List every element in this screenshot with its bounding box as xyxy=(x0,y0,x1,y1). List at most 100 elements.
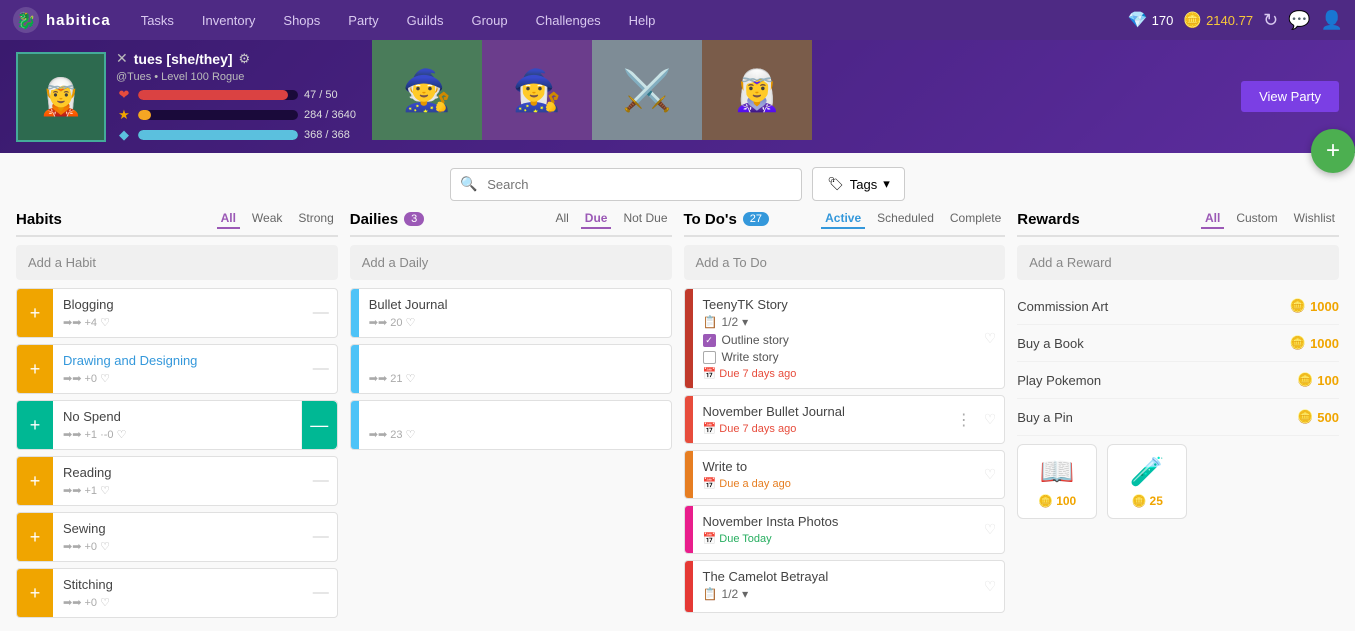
reward-name: Buy a Pin xyxy=(1017,410,1297,425)
habits-filter-strong[interactable]: Strong xyxy=(294,209,337,229)
habit-item: + Reading ➡➡ +1 ♡ — xyxy=(16,456,338,506)
subtask-item[interactable]: Write story xyxy=(703,350,966,364)
add-todo-row[interactable]: Add a To Do xyxy=(684,245,1006,280)
todo-actions: ♡ xyxy=(976,289,1005,388)
todo-more-icon[interactable]: ⋮ xyxy=(952,406,976,434)
gold-count[interactable]: 🪙 2140.77 xyxy=(1183,11,1253,29)
dailies-filter-notdue[interactable]: Not Due xyxy=(619,209,671,229)
todo-heart-icon[interactable]: ♡ xyxy=(984,521,997,538)
nav-tasks[interactable]: Tasks xyxy=(127,0,188,40)
dailies-filter-due[interactable]: Due xyxy=(581,209,612,229)
nav-shops[interactable]: Shops xyxy=(269,0,334,40)
nav-links: Tasks Inventory Shops Party Guilds Group… xyxy=(127,0,1128,40)
xp-fill xyxy=(138,110,151,120)
todo-color-bar xyxy=(685,396,693,443)
add-fab-button[interactable]: + xyxy=(1311,129,1355,173)
reward-item[interactable]: Buy a Pin 🪙 500 xyxy=(1017,399,1339,436)
add-daily-row[interactable]: Add a Daily xyxy=(350,245,672,280)
todo-subtask-count[interactable]: 📋 1/2 ▾ xyxy=(703,315,966,329)
habit-remove-btn[interactable]: — xyxy=(305,360,337,378)
refresh-icon[interactable]: ↻ xyxy=(1263,10,1278,31)
dailies-filter-all[interactable]: All xyxy=(551,209,572,229)
dailies-filters: All Due Not Due xyxy=(551,209,671,229)
todo-heart-icon[interactable]: ♡ xyxy=(984,466,997,483)
gem-count[interactable]: 💎 170 xyxy=(1128,10,1174,30)
habit-plus-btn[interactable]: + xyxy=(17,401,53,449)
tags-button[interactable]: 🏷 Tags ▾ xyxy=(812,167,905,201)
daily-name xyxy=(369,353,661,368)
rewards-filter-wishlist[interactable]: Wishlist xyxy=(1290,209,1339,229)
search-input[interactable] xyxy=(450,168,802,201)
todo-heart-icon[interactable]: ♡ xyxy=(984,330,997,347)
nav-party[interactable]: Party xyxy=(334,0,392,40)
xp-row: ★ 284 / 3640 xyxy=(116,107,356,123)
habit-plus-btn[interactable]: + xyxy=(17,345,53,393)
nav-challenges[interactable]: Challenges xyxy=(522,0,615,40)
habit-item: + Drawing and Designing ➡➡ +0 ♡ — xyxy=(16,344,338,394)
player-avatar[interactable]: 🧝 xyxy=(16,52,106,142)
habit-plus-btn[interactable]: + xyxy=(17,457,53,505)
reward-card-icon-2: 🧪 xyxy=(1130,455,1165,488)
reward-card-1[interactable]: 📖 🪙 100 xyxy=(1017,444,1097,519)
habit-meta: ➡➡ +4 ♡ xyxy=(63,316,295,329)
add-habit-row[interactable]: Add a Habit xyxy=(16,245,338,280)
todo-name[interactable]: TeenyTK Story xyxy=(703,297,966,312)
reward-item[interactable]: Commission Art 🪙 1000 xyxy=(1017,288,1339,325)
habit-remove-btn[interactable]: — xyxy=(305,584,337,602)
habit-remove-btn[interactable]: — xyxy=(305,472,337,490)
top-nav: 🐉 habitica Tasks Inventory Shops Party G… xyxy=(0,0,1355,40)
reward-item[interactable]: Play Pokemon 🪙 100 xyxy=(1017,362,1339,399)
reward-name: Buy a Book xyxy=(1017,336,1290,351)
message-icon[interactable]: 💬 xyxy=(1288,10,1310,31)
view-party-button[interactable]: View Party xyxy=(1241,81,1339,112)
habit-plus-btn[interactable]: + xyxy=(17,513,53,561)
habit-remove-btn[interactable]: — xyxy=(305,304,337,322)
reward-item[interactable]: Buy a Book 🪙 1000 xyxy=(1017,325,1339,362)
todo-heart-icon[interactable]: ♡ xyxy=(984,578,997,595)
todo-heart-icon[interactable]: ♡ xyxy=(984,411,997,428)
logo[interactable]: 🐉 habitica xyxy=(12,6,111,34)
todos-filter-complete[interactable]: Complete xyxy=(946,209,1005,229)
habits-filter-all[interactable]: All xyxy=(217,209,240,229)
party-member-1[interactable]: 🧙 xyxy=(372,40,482,140)
habit-minus-btn[interactable]: — xyxy=(301,401,337,449)
daily-item: ➡➡ 21 ♡ xyxy=(350,344,672,394)
rewards-filter-all[interactable]: All xyxy=(1201,209,1224,229)
dismiss-button[interactable]: ✕ xyxy=(116,50,128,67)
settings-icon[interactable]: ⚙ xyxy=(239,51,251,67)
habit-name: Reading xyxy=(63,465,295,480)
nav-group[interactable]: Group xyxy=(457,0,521,40)
subtask-checkbox[interactable]: ✓ xyxy=(703,334,716,347)
reward-coin-icon: 🪙 xyxy=(1132,494,1147,508)
daily-meta: ➡➡ 23 ♡ xyxy=(369,428,661,441)
profile-icon[interactable]: 👤 xyxy=(1321,10,1343,31)
rewards-filter-custom[interactable]: Custom xyxy=(1232,209,1281,229)
todo-name[interactable]: November Insta Photos xyxy=(703,514,966,529)
habit-plus-btn[interactable]: + xyxy=(17,569,53,617)
habits-filter-weak[interactable]: Weak xyxy=(248,209,286,229)
habit-remove-btn[interactable]: — xyxy=(305,528,337,546)
todo-content: TeenyTK Story 📋 1/2 ▾ ✓ Outline story Wr… xyxy=(693,289,976,388)
todo-subtask-count[interactable]: 📋 1/2 ▾ xyxy=(703,587,966,601)
nav-help[interactable]: Help xyxy=(615,0,670,40)
todos-filter-scheduled[interactable]: Scheduled xyxy=(873,209,938,229)
habit-plus-btn[interactable]: + xyxy=(17,289,53,337)
nav-inventory[interactable]: Inventory xyxy=(188,0,269,40)
habit-content: No Spend ➡➡ +1 ·-0 ♡ xyxy=(53,403,301,447)
add-reward-row[interactable]: Add a Reward xyxy=(1017,245,1339,280)
nav-guilds[interactable]: Guilds xyxy=(393,0,458,40)
habit-meta: ➡➡ +0 ♡ xyxy=(63,596,295,609)
habit-item: + Sewing ➡➡ +0 ♡ — xyxy=(16,512,338,562)
party-member-4[interactable]: 🧝‍♀️ xyxy=(702,40,812,140)
hp-bar xyxy=(138,90,298,100)
todo-name[interactable]: November Bullet Journal xyxy=(703,404,934,419)
party-member-3[interactable]: ⚔️ xyxy=(592,40,702,140)
party-member-2[interactable]: 🧙‍♀️ xyxy=(482,40,592,140)
todos-filter-active[interactable]: Active xyxy=(821,209,865,229)
subtask-item[interactable]: ✓ Outline story xyxy=(703,333,966,347)
reward-card-2[interactable]: 🧪 🪙 25 xyxy=(1107,444,1187,519)
todo-name[interactable]: The Camelot Betrayal xyxy=(703,569,966,584)
party-banner: 🧝 ✕ tues [she/they] ⚙ @Tues • Level 100 … xyxy=(0,40,1355,153)
todo-name[interactable]: Write to xyxy=(703,459,966,474)
subtask-checkbox[interactable] xyxy=(703,351,716,364)
